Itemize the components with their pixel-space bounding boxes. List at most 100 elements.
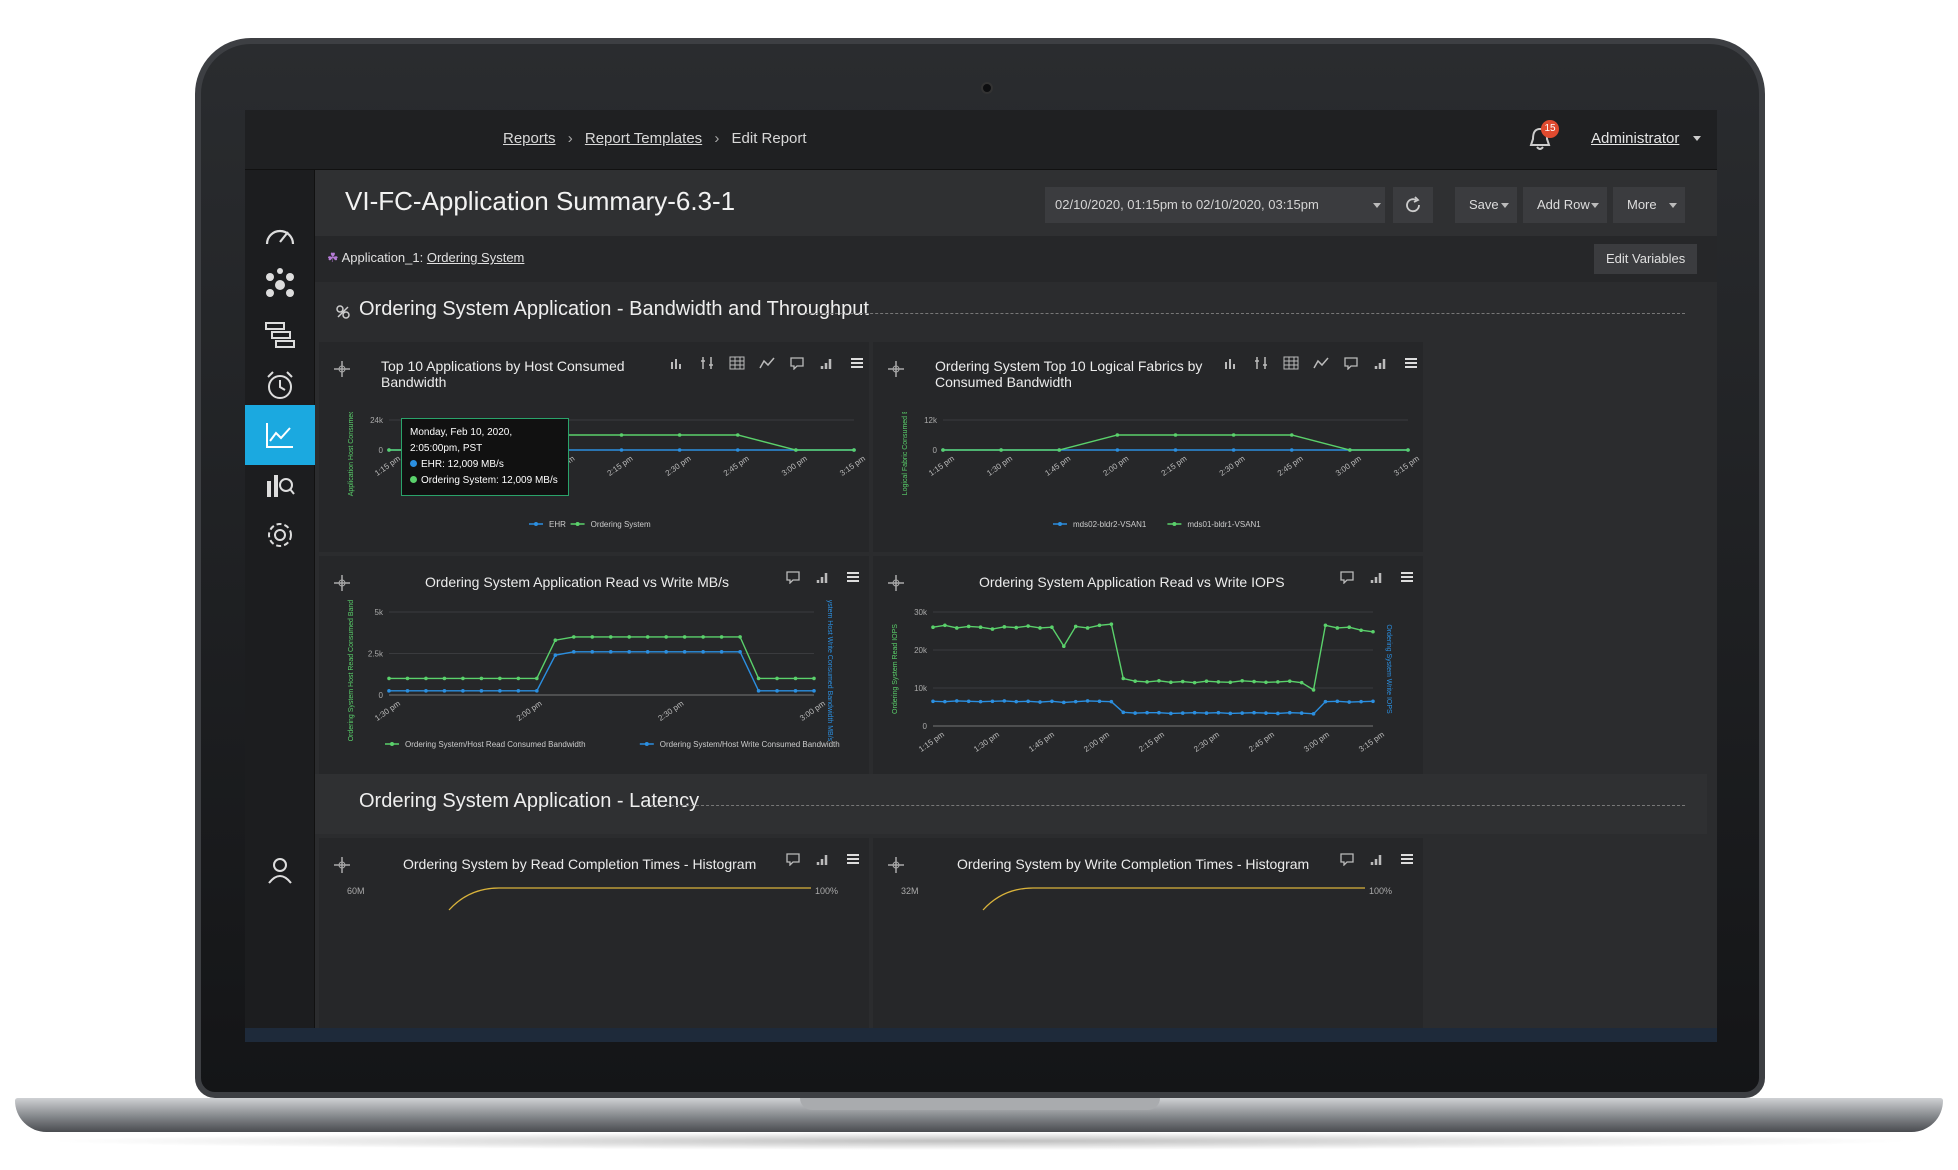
data-point (1085, 699, 1090, 703)
data-point (1109, 699, 1114, 704)
sliders-icon[interactable] (1253, 356, 1269, 370)
trend-icon[interactable] (759, 356, 775, 370)
histogram-write-curve (982, 887, 1365, 911)
os-taskbar (245, 1028, 1717, 1042)
chevron-down-icon[interactable] (1591, 203, 1599, 208)
menu-icon[interactable] (845, 570, 861, 584)
breadcrumb-report-templates[interactable]: Report Templates (585, 130, 702, 147)
trend-icon[interactable] (1313, 356, 1329, 370)
comment-icon[interactable] (1343, 356, 1359, 371)
x-tick-label: 2:45 pm (722, 454, 751, 478)
chevron-down-icon[interactable] (1669, 203, 1677, 208)
signal-icon[interactable] (1369, 570, 1385, 584)
signal-icon[interactable] (819, 356, 835, 370)
edit-variables-button[interactable]: Edit Variables (1594, 244, 1698, 274)
y-tick-label: 0 (933, 446, 938, 455)
y-tick-label: 24k (370, 416, 384, 425)
title-bar: VI-FC-Application Summary-6.3-1 02/10/20… (315, 170, 1717, 236)
menu-icon[interactable] (845, 852, 861, 866)
menu-icon[interactable] (1399, 570, 1415, 584)
signal-icon[interactable] (1373, 356, 1389, 370)
y-axis-label: Application Host Consumed Band MB/s (348, 412, 355, 496)
sidebar-item-settings[interactable] (245, 505, 315, 565)
move-handle-icon[interactable] (887, 574, 905, 592)
move-handle-icon[interactable] (333, 574, 351, 592)
data-point (1115, 433, 1120, 437)
data-point (954, 699, 959, 703)
data-point (1371, 699, 1375, 704)
data-point (1323, 623, 1328, 628)
section-bandwidth: Ordering System Application - Bandwidth … (315, 282, 1707, 342)
data-point (701, 650, 705, 654)
legend-swatch-dot (534, 522, 538, 526)
sliders-icon[interactable] (699, 356, 715, 370)
comment-icon[interactable] (785, 852, 801, 867)
comment-icon[interactable] (785, 570, 801, 585)
data-point (682, 635, 687, 639)
menu-icon[interactable] (849, 356, 865, 370)
move-handle-icon[interactable] (333, 360, 351, 378)
data-point (479, 689, 484, 693)
bar-chart-icon[interactable] (669, 356, 685, 370)
move-handle-icon[interactable] (333, 856, 351, 874)
data-point (1287, 710, 1292, 715)
panel-logical-fabrics: Ordering System Top 10 Logical Fabrics b… (873, 342, 1423, 552)
legend-swatch-dot (1172, 522, 1177, 526)
data-point (590, 635, 595, 639)
breadcrumb-reports[interactable]: Reports (503, 130, 556, 147)
user-menu[interactable]: Administrator (1591, 130, 1679, 147)
y-axis-label: Ordering System Host Read Consumed Bandw… (348, 600, 355, 741)
application-variable[interactable]: ☘ Application_1: Ordering System (327, 250, 524, 266)
signal-icon[interactable] (1369, 852, 1385, 866)
move-handle-icon[interactable] (887, 360, 905, 378)
data-point (405, 689, 410, 693)
data-point (978, 699, 983, 704)
date-range-picker[interactable]: 02/10/2020, 01:15pm to 02/10/2020, 03:15… (1045, 187, 1385, 223)
comment-icon[interactable] (1339, 852, 1355, 867)
sidebar-item-profile[interactable] (245, 840, 315, 900)
data-point (756, 676, 761, 681)
data-point (664, 650, 668, 654)
section-divider (805, 313, 1685, 314)
series-line (932, 623, 1374, 692)
data-point (627, 635, 632, 639)
chevron-down-icon[interactable] (1373, 203, 1381, 208)
move-handle-icon[interactable] (887, 856, 905, 874)
chevron-down-icon[interactable] (1501, 203, 1509, 208)
network-icon (266, 268, 294, 297)
data-point (1145, 680, 1149, 684)
panel-read-histogram: Ordering System by Read Completion Times… (319, 838, 869, 1042)
data-point (1121, 710, 1126, 715)
comment-icon[interactable] (1339, 570, 1355, 585)
menu-icon[interactable] (1403, 356, 1419, 370)
y-tick-label: 12k (924, 416, 938, 425)
speedometer-icon (265, 229, 295, 245)
bar-chart-icon[interactable] (1223, 356, 1239, 370)
data-point (1062, 644, 1066, 648)
data-point (990, 627, 995, 631)
data-point (1240, 678, 1244, 683)
menu-icon[interactable] (1399, 852, 1415, 866)
data-point (1359, 628, 1363, 633)
data-point (1287, 679, 1292, 683)
user-icon (268, 858, 292, 884)
data-point (442, 689, 447, 693)
data-point (590, 650, 595, 654)
data-point (990, 699, 995, 704)
chart-tooltip: Monday, Feb 10, 2020, 2:05:00pm, PST EHR… (401, 418, 569, 496)
refresh-button[interactable] (1393, 187, 1433, 223)
signal-icon[interactable] (815, 570, 831, 584)
data-point (1359, 699, 1363, 704)
chevron-down-icon[interactable] (1693, 136, 1701, 141)
panel-top-applications: Top 10 Applications by Host Consumed Ban… (319, 342, 869, 552)
table-icon[interactable] (729, 356, 745, 370)
refresh-icon (1406, 196, 1420, 213)
comment-icon[interactable] (789, 356, 805, 371)
signal-icon[interactable] (815, 852, 831, 866)
panel-toolbar (785, 852, 861, 867)
table-icon[interactable] (1283, 356, 1299, 370)
variable-value[interactable]: Ordering System (427, 250, 525, 265)
data-point (1276, 680, 1280, 684)
hierarchy-icon (265, 322, 295, 348)
data-point (1014, 625, 1019, 630)
